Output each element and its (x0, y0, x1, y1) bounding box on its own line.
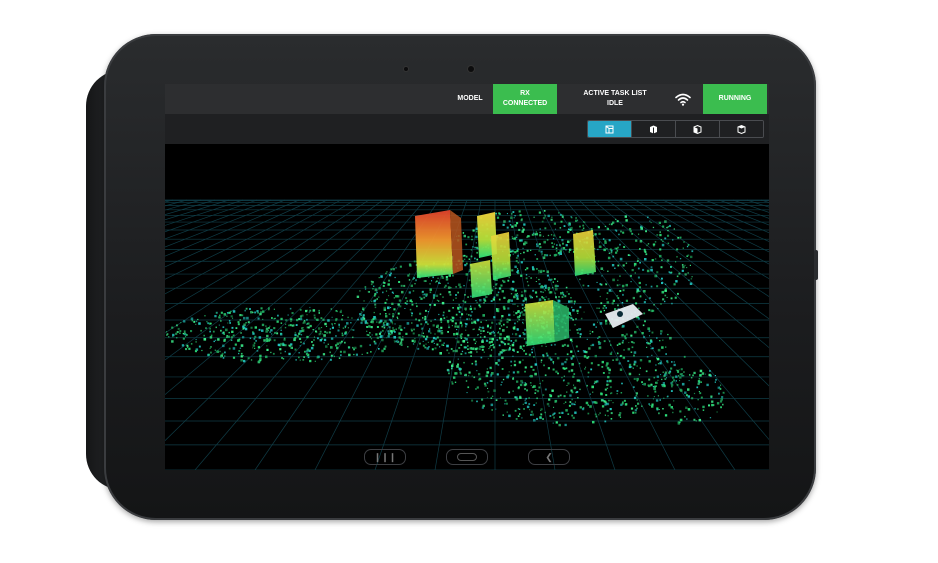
building-green-1 (525, 300, 555, 346)
task-status-text: IDLE (607, 100, 623, 107)
tablet-screen: MODEL RX CONNECTED ACTIVE TASK LIST IDLE… (165, 84, 769, 470)
rx-status-text: CONNECTED (502, 100, 548, 107)
tab-perspective-view[interactable] (588, 121, 631, 137)
power-button (300, 36, 340, 40)
sensor (404, 67, 408, 71)
wifi-icon (675, 93, 691, 106)
ground-grid (165, 199, 769, 470)
recent-apps-button[interactable]: ❙❙❙ (364, 449, 406, 465)
tab-front-view[interactable] (631, 121, 675, 137)
recent-apps-icon: ❙❙❙ (373, 451, 397, 462)
side-view-icon (693, 124, 702, 134)
home-icon (457, 453, 477, 461)
building-yellow-4 (470, 260, 492, 298)
point-cloud-scene (165, 199, 769, 470)
front-camera (468, 66, 474, 72)
status-bar: MODEL RX CONNECTED ACTIVE TASK LIST IDLE… (165, 84, 769, 114)
home-button[interactable] (446, 449, 488, 465)
task-label: ACTIVE TASK LIST (583, 90, 647, 97)
rx-status[interactable]: RX CONNECTED (493, 84, 557, 114)
running-status-text: RUNNING (718, 95, 752, 102)
rx-label: RX (520, 90, 530, 97)
key-button (384, 36, 408, 40)
top-view-icon (737, 124, 746, 134)
volume-button (240, 36, 268, 40)
back-button[interactable]: ❮ (528, 449, 570, 465)
wifi-status[interactable] (665, 84, 701, 114)
view-mode-tabs (587, 120, 764, 138)
front-view-icon (650, 125, 657, 133)
point-cloud-viewport[interactable] (165, 144, 769, 470)
tab-side-view[interactable] (675, 121, 719, 137)
building-yellow-2 (491, 232, 511, 280)
building-yellow-3 (573, 230, 596, 276)
model-label-text: MODEL (457, 95, 483, 102)
android-nav-bar: ❙❙❙ ❮ (165, 444, 769, 470)
running-status[interactable]: RUNNING (703, 84, 767, 114)
perspective-view-icon (605, 125, 614, 133)
model-label[interactable]: MODEL (447, 84, 493, 114)
active-task-list[interactable]: ACTIVE TASK LIST IDLE (565, 84, 665, 114)
back-icon: ❮ (545, 451, 553, 462)
tab-top-view[interactable] (719, 121, 763, 137)
side-key (814, 250, 818, 280)
building-red (415, 210, 453, 278)
